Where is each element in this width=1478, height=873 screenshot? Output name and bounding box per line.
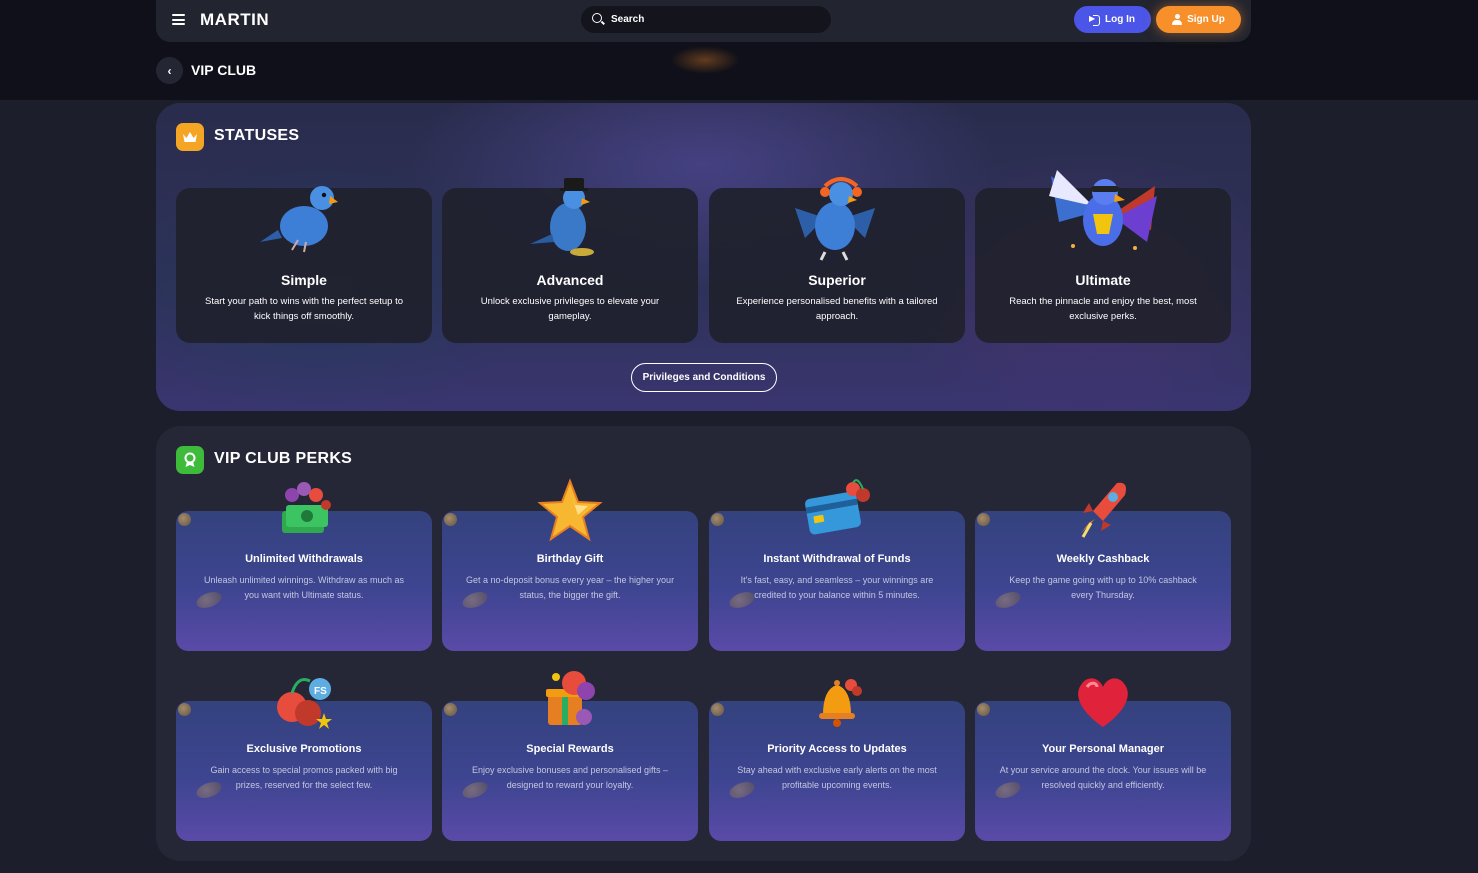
perk-desc: Keep the game going with up to 10% cashb… (1009, 575, 1197, 600)
perk-card-priority-access: Priority Access to Updates Stay ahead wi… (709, 679, 965, 841)
perk-title: Birthday Gift (536, 553, 604, 565)
coin-icon (711, 513, 724, 526)
coin-icon (977, 703, 990, 716)
perk-title: Your Personal Manager (1041, 743, 1165, 755)
perk-desc: At your service around the clock. Your i… (999, 765, 1207, 790)
perk-desc: It's fast, easy, and seamless – your win… (740, 575, 934, 600)
user-icon (1172, 14, 1183, 25)
perk-title: Instant Withdrawal of Funds (763, 553, 911, 565)
search-placeholder: Search (611, 14, 645, 25)
perk-title: Weekly Cashback (1056, 553, 1150, 565)
status-desc: Reach the pinnacle and enjoy the best, m… (1009, 296, 1197, 322)
star-icon (537, 478, 603, 542)
perks-section: VIP CLUB PERKS Unlimited Withdrawals Unl… (156, 426, 1251, 861)
chevron-left-icon: ‹ (167, 63, 172, 78)
perk-title: Exclusive Promotions (246, 743, 362, 755)
status-name: Advanced (536, 272, 604, 288)
coin-icon (711, 703, 724, 716)
back-button[interactable]: ‹ (156, 57, 183, 84)
perk-title: Priority Access to Updates (767, 743, 907, 755)
login-button[interactable]: Log In (1074, 6, 1151, 33)
award-icon (176, 446, 204, 474)
coin-icon (178, 703, 191, 716)
status-name: Simple (281, 272, 327, 288)
search-bar[interactable]: Search (581, 6, 831, 33)
perk-desc: Gain access to special promos packed wit… (210, 765, 398, 790)
perk-desc: Get a no-deposit bonus every year – the … (465, 575, 675, 600)
statuses-section: STATUSES Simple Start your path to wins … (156, 103, 1251, 411)
header: MARTIN Search Log In Sign Up (156, 0, 1251, 42)
status-name: Ultimate (1075, 272, 1131, 288)
credit-card-icon (805, 479, 870, 535)
coin-icon (444, 513, 457, 526)
decorative-glow (670, 46, 740, 74)
logo[interactable]: MARTIN (200, 10, 269, 30)
rocket-icon (1081, 482, 1126, 538)
parrot-superior-icon (795, 177, 875, 261)
perk-card-weekly-cashback: Weekly Cashback Keep the game going with… (975, 482, 1231, 651)
coin-icon (178, 513, 191, 526)
parrot-simple-icon (260, 186, 338, 253)
perk-card-unlimited-withdrawals: Unlimited Withdrawals Unleash unlimited … (176, 482, 432, 651)
perk-card-exclusive-promotions: FS Exclusive Promotions Gain access to s… (176, 678, 432, 841)
perk-desc: Stay ahead with exclusive early alerts o… (737, 765, 937, 790)
section-title: STATUSES (214, 127, 300, 144)
status-desc: Unlock exclusive privileges to elevate y… (480, 296, 660, 322)
heart-icon (1078, 678, 1128, 727)
section-title: VIP CLUB PERKS (214, 450, 353, 467)
search-icon (592, 13, 605, 26)
parrot-advanced-icon (530, 178, 594, 256)
parrot-ultimate-icon (1049, 170, 1157, 250)
perk-card-birthday-gift: Birthday Gift Get a no-deposit bonus eve… (442, 478, 698, 651)
cherries-icon: FS (277, 678, 332, 729)
money-stack-icon (282, 482, 331, 533)
status-card-advanced: Advanced Unlock exclusive privileges to … (442, 178, 698, 343)
perk-title: Special Rewards (526, 743, 614, 755)
login-icon (1089, 14, 1100, 26)
status-card-simple: Simple Start your path to wins with the … (176, 186, 432, 343)
page-title: VIP CLUB (191, 62, 257, 78)
perk-title: Unlimited Withdrawals (245, 553, 363, 565)
status-card-superior: Superior Experience personalised benefit… (709, 177, 965, 343)
bell-icon (819, 679, 862, 727)
crown-icon (176, 123, 204, 151)
signup-label: Sign Up (1187, 14, 1225, 25)
status-name: Superior (808, 272, 866, 288)
status-card-ultimate: Ultimate Reach the pinnacle and enjoy th… (975, 170, 1231, 343)
perk-desc: Unleash unlimited winnings. Withdraw as … (203, 575, 405, 600)
status-desc: Start your path to wins with the perfect… (204, 296, 404, 322)
svg-text:FS: FS (314, 686, 327, 697)
login-label: Log In (1105, 14, 1135, 25)
perk-desc: Enjoy exclusive bonuses and personalised… (471, 765, 669, 790)
perk-card-special-rewards: Special Rewards Enjoy exclusive bonuses … (442, 671, 698, 841)
menu-icon[interactable] (172, 14, 185, 25)
status-desc: Experience personalised benefits with a … (736, 296, 938, 322)
coin-icon (977, 513, 990, 526)
logo-text: MARTIN (200, 10, 270, 29)
signup-button[interactable]: Sign Up (1156, 6, 1241, 33)
perk-card-personal-manager: Your Personal Manager At your service ar… (975, 678, 1231, 841)
perk-card-instant-withdrawal: Instant Withdrawal of Funds It's fast, e… (709, 479, 965, 651)
coin-icon (444, 703, 457, 716)
privileges-conditions-button[interactable]: Privileges and Conditions (631, 363, 777, 392)
gift-icon (546, 671, 595, 725)
